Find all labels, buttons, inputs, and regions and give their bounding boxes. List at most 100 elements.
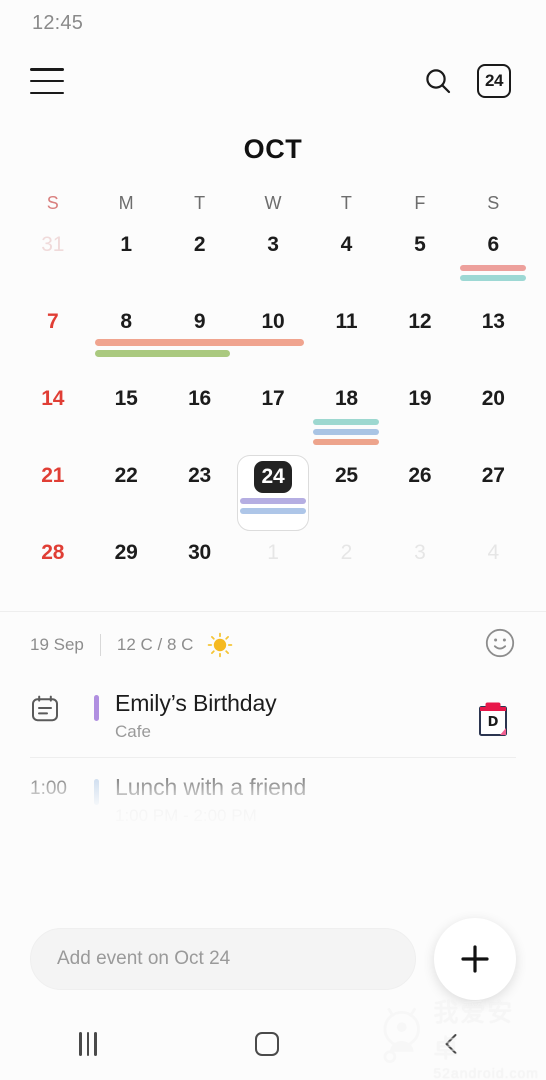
calendar-weeks: 31 1 2 3 4 5 6 7 8 9 10 11 12 13 14 15 16 17 18 19 20 21 22 23 2…	[16, 226, 530, 611]
calendar-day-4[interactable]: 4	[310, 226, 383, 303]
calendar-day-inner: 26	[408, 461, 431, 491]
calendar-day-20[interactable]: 20	[457, 380, 530, 457]
calendar-day-4[interactable]: 4	[457, 534, 530, 611]
calendar-day-3[interactable]: 3	[236, 226, 309, 303]
calendar-day-10[interactable]: 10	[236, 303, 309, 380]
calendar-day-31[interactable]: 31	[16, 226, 89, 303]
calendar-day-number: 31	[41, 233, 65, 256]
calendar-day-number: 13	[481, 310, 505, 333]
back-icon[interactable]	[437, 1029, 467, 1059]
calendar-day-1[interactable]: 1	[89, 226, 162, 303]
calendar-day-number: 1	[267, 541, 279, 564]
agenda-item-birthday[interactable]: Emily’s Birthday Cafe D	[30, 674, 516, 757]
calendar-day-3[interactable]: 3	[383, 534, 456, 611]
calendar-day-number: 30	[188, 541, 212, 564]
calendar-day-number: 19	[408, 387, 432, 410]
calendar-day-number: 3	[267, 233, 279, 256]
weather-date: 19 Sep	[30, 635, 84, 654]
calendar-day-1[interactable]: 1	[236, 534, 309, 611]
calendar-day-19[interactable]: 19	[383, 380, 456, 457]
calendar-day-number: 4	[340, 233, 353, 256]
hamburger-menu-icon[interactable]	[30, 68, 64, 94]
calendar-day-inner: 18	[313, 384, 380, 445]
day-event-bar	[460, 265, 527, 271]
search-icon[interactable]	[416, 59, 460, 103]
calendar-week-row: 28 29 30 1 2 3 4	[16, 534, 530, 611]
calendar-day-number: 12	[408, 310, 432, 333]
calendar-day-inner: 2	[340, 538, 353, 568]
calendar-day-25[interactable]: 25	[310, 457, 383, 534]
calendar-day-27[interactable]: 27	[457, 457, 530, 534]
month-title: OCT	[243, 134, 303, 164]
day-event-bar	[313, 429, 380, 435]
calendar-day-inner: 9	[194, 307, 206, 337]
weather-separator	[99, 634, 101, 656]
calendar-day-8[interactable]: 8	[89, 303, 162, 380]
calendar-app-screen: 12:45 24 OCT S M T W T F S 31 1 2 3 4 5 6 7 8 9	[0, 0, 546, 1080]
calendar-day-number: 2	[340, 541, 353, 564]
calendar-day-29[interactable]: 29	[89, 534, 162, 611]
day-event-bar	[313, 439, 380, 445]
calendar-day-30[interactable]: 30	[163, 534, 236, 611]
calendar-day-5[interactable]: 5	[383, 226, 456, 303]
calendar-day-21[interactable]: 21	[16, 457, 89, 534]
smiley-face-icon[interactable]	[484, 627, 516, 664]
calendar-day-inner: 31	[41, 230, 64, 260]
app-bar: 24	[0, 46, 546, 116]
day-event-bar	[313, 419, 380, 425]
calendar-day-9[interactable]: 9	[163, 303, 236, 380]
agenda-item-lunch[interactable]: 1:00 Lunch with a friend 1:00 PM - 2:00 …	[30, 758, 516, 840]
agenda-item-lead	[30, 690, 88, 729]
weekday-label-mon: M	[118, 193, 134, 213]
day-event-bar	[460, 275, 527, 281]
calendar-day-23[interactable]: 23	[163, 457, 236, 534]
agenda-item-title: Lunch with a friend	[115, 774, 307, 800]
calendar-day-number: 28	[41, 541, 65, 564]
calendar-day-14[interactable]: 14	[16, 380, 89, 457]
calendar-day-12[interactable]: 12	[383, 303, 456, 380]
home-icon[interactable]	[254, 1032, 279, 1056]
calendar-day-26[interactable]: 26	[383, 457, 456, 534]
agenda-item-color-bar	[94, 695, 99, 721]
calendar-day-17[interactable]: 17	[236, 380, 309, 457]
calendar-day-inner: 3	[267, 230, 279, 260]
agenda-item-title: Emily’s Birthday	[115, 690, 277, 716]
calendar-day-7[interactable]: 7	[16, 303, 89, 380]
calendar-day-inner: 25	[335, 461, 358, 491]
calendar-day-inner: 22	[115, 461, 138, 491]
calendar-day-28[interactable]: 28	[16, 534, 89, 611]
calendar-day-15[interactable]: 15	[89, 380, 162, 457]
agenda-item-lead: 1:00	[30, 774, 88, 800]
weekday-label-fri: F	[414, 193, 426, 213]
calendar-day-number: 24	[253, 461, 293, 493]
calendar-day-number: 14	[41, 387, 65, 410]
calendar-day-11[interactable]: 11	[310, 303, 383, 380]
calendar-day-inner: 1	[267, 538, 279, 568]
add-event-fab[interactable]	[434, 918, 516, 1000]
calendar-week-row: 31 1 2 3 4 5 6	[16, 226, 530, 303]
calendar-day-2[interactable]: 2	[310, 534, 383, 611]
recents-icon[interactable]	[79, 1032, 97, 1056]
today-date-icon[interactable]: 24	[472, 59, 516, 103]
calendar-day-number: 18	[334, 387, 358, 410]
calendar-day-inner: 15	[115, 384, 138, 414]
calendar-day-number: 16	[188, 387, 212, 410]
calendar-day-inner: 24	[239, 461, 306, 514]
calendar-day-22[interactable]: 22	[89, 457, 162, 534]
calendar-day-18[interactable]: 18	[310, 380, 383, 457]
calendar-day-number: 1	[120, 233, 132, 256]
agenda-item-trail	[470, 774, 516, 784]
android-nav-bar	[0, 1008, 546, 1080]
add-event-input[interactable]	[30, 928, 416, 990]
calendar-day-16[interactable]: 16	[163, 380, 236, 457]
calendar-day-2[interactable]: 2	[163, 226, 236, 303]
calendar-day-13[interactable]: 13	[457, 303, 530, 380]
calendar-day-24[interactable]: 24	[236, 455, 309, 534]
agenda-item-trail: D	[470, 690, 516, 743]
calendar-day-number: 15	[114, 387, 138, 410]
calendar-week-row: 7 8 9 10 11 12 13	[16, 303, 530, 380]
calendar-day-inner: 19	[408, 384, 431, 414]
agenda-item-subtitle: Cafe	[115, 722, 151, 741]
calendar-day-6[interactable]: 6	[457, 226, 530, 303]
weekday-label-sat: S	[487, 193, 500, 213]
